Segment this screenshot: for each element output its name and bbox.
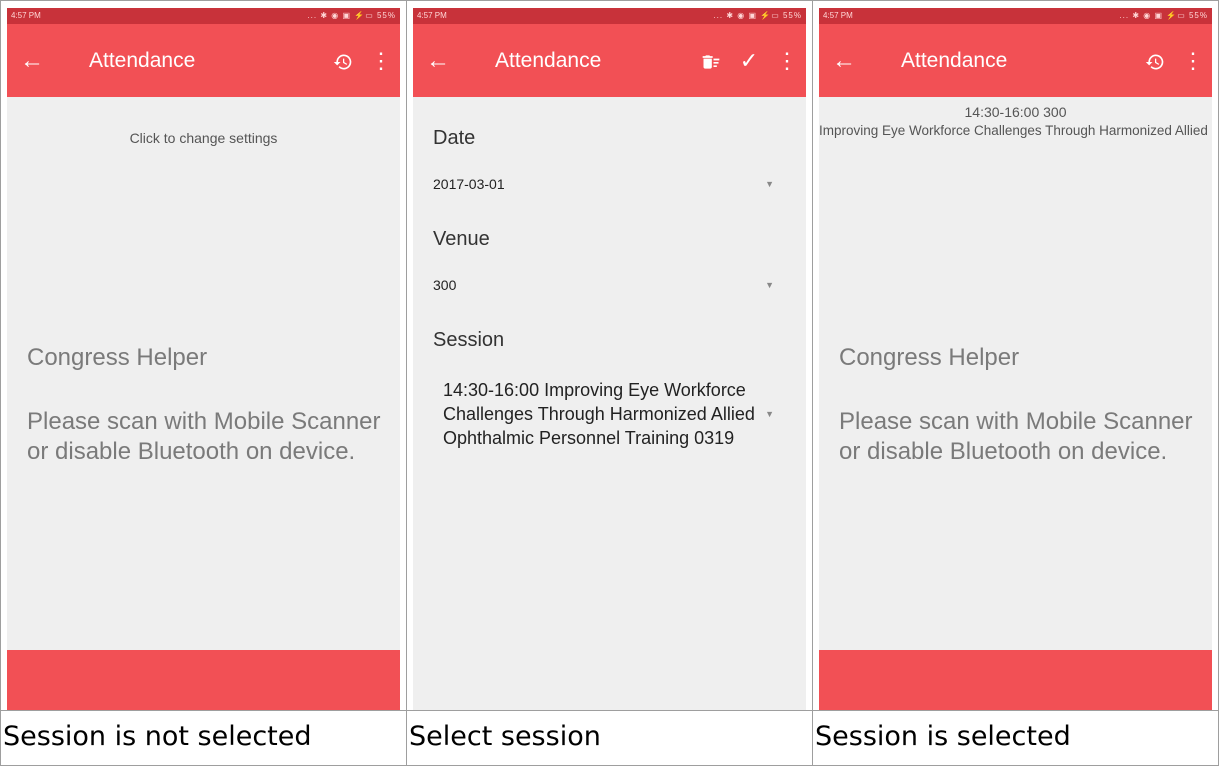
phone-screen-2: 4:57 PM ... ✱ ◉ ▣ ⚡▭ 55% ← Attendance ✓ …: [413, 8, 806, 710]
change-settings-hint[interactable]: Click to change settings: [7, 130, 400, 146]
app-bar-title: Attendance: [901, 48, 1008, 72]
overflow-menu-icon[interactable]: ⋮: [362, 48, 400, 74]
status-indicators: ... ✱ ◉ ▣ ⚡▭ 55%: [713, 11, 802, 20]
caption-3: Session is selected: [812, 710, 1219, 766]
back-arrow-icon[interactable]: ←: [819, 24, 869, 97]
screen-2-cell: 4:57 PM ... ✱ ◉ ▣ ⚡▭ 55% ← Attendance ✓ …: [406, 0, 813, 711]
phone-screen-1: 4:57 PM ... ✱ ◉ ▣ ⚡▭ 55% ← Attendance ⋮ …: [7, 8, 400, 710]
date-value: 2017-03-01: [433, 176, 505, 192]
selected-session-info[interactable]: 14:30-16:00 300 Improving Eye Workforce …: [819, 97, 1212, 139]
scan-message: Please scan with Mobile Scanner or disab…: [839, 408, 1193, 465]
session-settings-form: Date 2017-03-01 ▼ Venue 300 ▼ Session 14…: [413, 97, 806, 450]
status-time: 4:57 PM: [11, 11, 41, 20]
app-bar: ← Attendance ✓ ⋮: [413, 24, 806, 97]
date-dropdown[interactable]: 2017-03-01 ▼: [433, 176, 780, 192]
app-bar: ← Attendance ⋮: [819, 24, 1212, 97]
session-dropdown[interactable]: 14:30-16:00 Improving Eye Workforce Chal…: [443, 378, 780, 450]
status-time: 4:57 PM: [417, 11, 447, 20]
app-name-label: Congress Helper: [27, 344, 208, 371]
app-name-label: Congress Helper: [839, 344, 1020, 371]
confirm-check-icon[interactable]: ✓: [730, 48, 768, 74]
back-arrow-icon[interactable]: ←: [413, 24, 463, 97]
screen-1-cell: 4:57 PM ... ✱ ◉ ▣ ⚡▭ 55% ← Attendance ⋮ …: [0, 0, 407, 711]
session-title: Improving Eye Workforce Challenges Throu…: [819, 123, 1212, 138]
venue-dropdown[interactable]: 300 ▼: [433, 277, 780, 293]
overflow-menu-icon[interactable]: ⋮: [768, 48, 806, 74]
status-bar: 4:57 PM ... ✱ ◉ ▣ ⚡▭ 55%: [7, 8, 400, 24]
bottom-bar: [7, 650, 400, 710]
app-bar: ← Attendance ⋮: [7, 24, 400, 97]
screenshot-grid: 4:57 PM ... ✱ ◉ ▣ ⚡▭ 55% ← Attendance ⋮ …: [0, 0, 1219, 766]
scan-status: Congress Helper Please scan with Mobile …: [839, 343, 1202, 467]
history-icon[interactable]: [1136, 48, 1174, 74]
back-arrow-icon[interactable]: ←: [7, 24, 57, 97]
delete-sweep-icon[interactable]: [692, 48, 730, 74]
status-indicators: ... ✱ ◉ ▣ ⚡▭ 55%: [1119, 11, 1208, 20]
overflow-menu-icon[interactable]: ⋮: [1174, 48, 1212, 74]
history-icon[interactable]: [324, 48, 362, 74]
status-bar: 4:57 PM ... ✱ ◉ ▣ ⚡▭ 55%: [413, 8, 806, 24]
status-bar: 4:57 PM ... ✱ ◉ ▣ ⚡▭ 55%: [819, 8, 1212, 24]
bottom-bar: [819, 650, 1212, 710]
phone-screen-3: 4:57 PM ... ✱ ◉ ▣ ⚡▭ 55% ← Attendance ⋮ …: [819, 8, 1212, 710]
scan-message: Please scan with Mobile Scanner or disab…: [27, 408, 381, 465]
status-indicators: ... ✱ ◉ ▣ ⚡▭ 55%: [307, 11, 396, 20]
dropdown-arrow-icon: ▼: [765, 280, 774, 290]
app-bar-title: Attendance: [495, 48, 602, 72]
status-time: 4:57 PM: [823, 11, 853, 20]
app-bar-title: Attendance: [89, 48, 196, 72]
session-label: Session: [433, 329, 505, 351]
venue-value: 300: [433, 277, 457, 293]
date-label: Date: [433, 127, 476, 149]
caption-1: Session is not selected: [0, 710, 407, 766]
dropdown-arrow-icon: ▼: [765, 179, 774, 189]
caption-2: Select session: [406, 710, 813, 766]
session-time-venue: 14:30-16:00 300: [964, 104, 1067, 120]
dropdown-arrow-icon: ▼: [765, 409, 774, 419]
screen-3-cell: 4:57 PM ... ✱ ◉ ▣ ⚡▭ 55% ← Attendance ⋮ …: [812, 0, 1219, 711]
venue-label: Venue: [433, 228, 490, 250]
session-value: 14:30-16:00 Improving Eye Workforce Chal…: [443, 380, 755, 448]
scan-status: Congress Helper Please scan with Mobile …: [27, 343, 390, 467]
